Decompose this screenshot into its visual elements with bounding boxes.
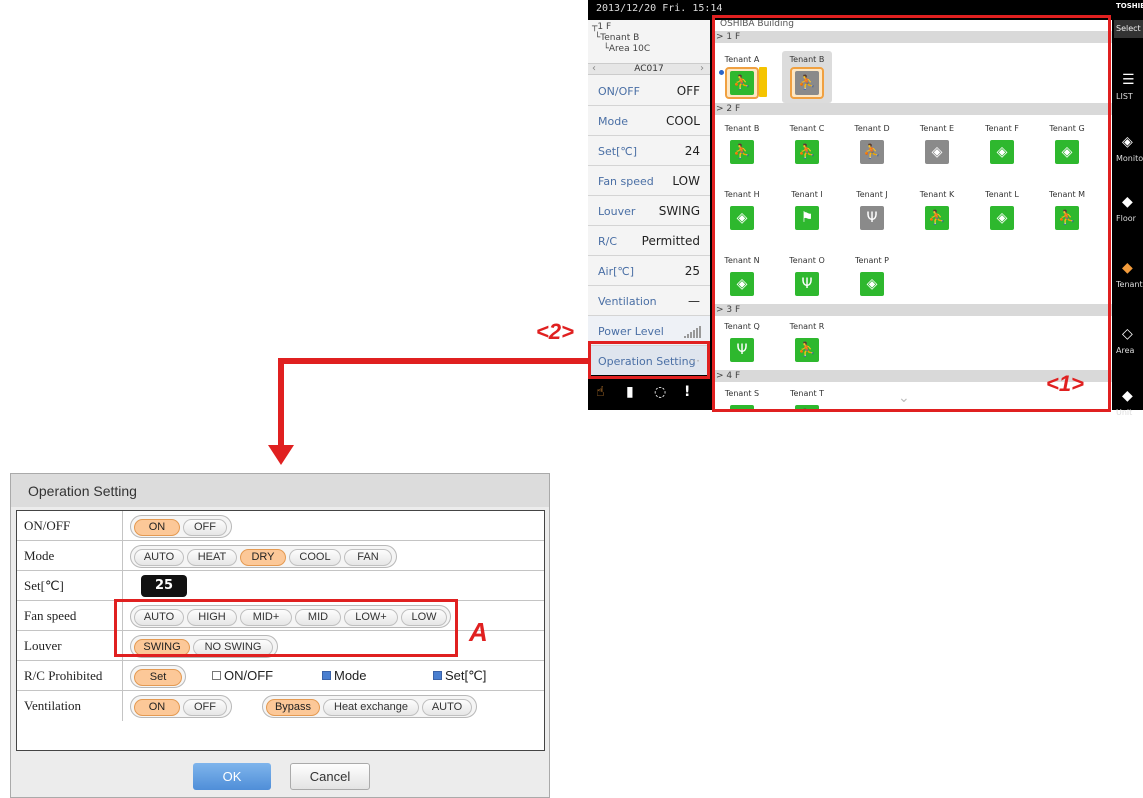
ok-button[interactable]: OK	[193, 763, 271, 790]
label-set-temp: Set[℃]	[17, 571, 123, 601]
row-mode: Mode AUTO HEAT DRY COOL FAN	[17, 541, 544, 571]
label-rc-prohibited: R/C Prohibited	[17, 661, 123, 691]
next-unit-icon[interactable]: ›	[700, 63, 704, 74]
label-ventilation: Ventilation	[17, 691, 123, 721]
mode-dry-button[interactable]: DRY	[240, 549, 286, 566]
vent-heat-exchange-button[interactable]: Heat exchange	[323, 699, 419, 716]
vent-off-button[interactable]: OFF	[183, 699, 227, 716]
unit-name: AC017	[634, 64, 664, 74]
book-icon[interactable]: ▮	[626, 384, 634, 400]
tree-floor[interactable]: ┬1 F	[592, 22, 611, 32]
nav-list[interactable]: ☰ LIST	[1114, 72, 1143, 122]
callout-frame-2	[588, 341, 710, 379]
nav-tenant[interactable]: ◆ Tenant	[1114, 260, 1143, 310]
datetime-label: 2013/12/20 Fri. 15:14	[596, 3, 723, 14]
vent-mode-group: Bypass Heat exchange AUTO	[262, 695, 477, 718]
tree-tenant[interactable]: └Tenant B	[592, 33, 639, 43]
label-mode: Mode	[17, 541, 123, 571]
vent-onoff-group: ON OFF	[130, 695, 232, 718]
brand-logo: TOSHIBA	[1116, 2, 1143, 10]
mode-auto-button[interactable]: AUTO	[134, 549, 184, 566]
list-icon: ☰	[1122, 72, 1135, 88]
nav-monitor[interactable]: ◈Monitor	[1114, 134, 1143, 184]
set-temp-value[interactable]: 25	[141, 575, 187, 597]
unit-detail-panel: ┬1 F └Tenant B └Area 10C ‹ AC017 › ON/OF…	[588, 20, 710, 389]
nav-unit[interactable]: ◆ Unit	[1114, 388, 1143, 438]
row-set-temp: Set[℃] 25	[17, 571, 544, 601]
label-louver: Louver	[17, 631, 123, 661]
on-button[interactable]: ON	[134, 519, 180, 536]
nav-floor[interactable]: ◆ Floor	[1114, 194, 1143, 244]
hand-icon[interactable]: ☝	[596, 384, 605, 400]
monitor-icon: ◈	[1122, 134, 1133, 150]
rc-set-button[interactable]: Set	[134, 669, 182, 686]
vent-auto-button[interactable]: AUTO	[422, 699, 472, 716]
bottom-toolbar: ☝ ▮ ◌ !	[588, 375, 710, 410]
signal-bar	[690, 332, 692, 338]
unit-icon: ◆	[1122, 388, 1133, 404]
mode-fan-button[interactable]: FAN	[344, 549, 392, 566]
arrowhead-icon	[268, 445, 294, 465]
row-rc-prohibited: R/C Prohibited Set ON/OFF Mode Set[℃]	[17, 661, 544, 691]
callout-frame-a	[114, 599, 458, 657]
signal-bar	[687, 334, 689, 338]
prop-onoff: ON/OFF OFF	[588, 76, 710, 106]
prop-ventilation: Ventilation —	[588, 286, 710, 316]
mode-cool-button[interactable]: COOL	[289, 549, 341, 566]
signal-bar	[699, 326, 701, 338]
rc-set-checkbox[interactable]: Set[℃]	[433, 668, 486, 684]
callout-label-a: A	[469, 617, 488, 647]
off-button[interactable]: OFF	[183, 519, 227, 536]
rc-mode-checkbox[interactable]: Mode	[322, 668, 367, 683]
prop-set: Set[℃] 24	[588, 136, 710, 166]
checkbox-checked-icon	[322, 671, 331, 680]
unit-navigator: ‹ AC017 ›	[588, 63, 710, 75]
mode-group: AUTO HEAT DRY COOL FAN	[130, 545, 397, 568]
vent-bypass-button[interactable]: Bypass	[266, 699, 320, 716]
connector-arrow	[278, 358, 590, 364]
row-ventilation: Ventilation ON OFF Bypass Heat exchange …	[17, 691, 544, 721]
callout-frame-1	[712, 15, 1111, 412]
signal-bar	[693, 330, 695, 338]
prop-mode: Mode COOL	[588, 106, 710, 136]
dialog-title: Operation Setting	[11, 474, 549, 507]
area-icon: ◇	[1122, 326, 1133, 342]
select-area-label[interactable]: Select a	[1114, 20, 1143, 38]
prop-air: Air[℃] 25	[588, 256, 710, 286]
tenant-icon: ◆	[1122, 260, 1133, 276]
callout-label-1: <1>	[1046, 371, 1084, 396]
rc-onoff-checkbox[interactable]: ON/OFF	[212, 668, 273, 683]
cancel-button[interactable]: Cancel	[290, 763, 370, 790]
prop-rc: R/C Permitted	[588, 226, 710, 256]
right-nav: Select a ☰LIST ◈Monitor ◆Floor ◆Tenant ◇…	[1114, 20, 1143, 417]
circle-icon[interactable]: ◌	[654, 384, 666, 400]
vent-on-button[interactable]: ON	[134, 699, 180, 716]
floor-icon: ◆	[1122, 194, 1133, 210]
mode-heat-button[interactable]: HEAT	[187, 549, 237, 566]
nav-area[interactable]: ◇ Area	[1114, 326, 1143, 376]
prop-fan-speed: Fan speed LOW	[588, 166, 710, 196]
callout-label-2: <2>	[536, 319, 574, 344]
row-onoff: ON/OFF ON OFF	[17, 511, 544, 541]
onoff-group: ON OFF	[130, 515, 232, 538]
checkbox-checked-icon	[433, 671, 442, 680]
connector-arrow	[278, 358, 284, 448]
prop-louver: Louver SWING	[588, 196, 710, 226]
rc-set-group: Set	[130, 665, 186, 688]
alert-icon[interactable]: !	[684, 384, 690, 400]
signal-bar	[696, 328, 698, 338]
tree-area[interactable]: └Area 10C	[592, 44, 650, 54]
signal-bar	[684, 336, 686, 338]
label-onoff: ON/OFF	[17, 511, 123, 541]
checkbox-icon	[212, 671, 221, 680]
label-fan-speed: Fan speed	[17, 601, 123, 631]
